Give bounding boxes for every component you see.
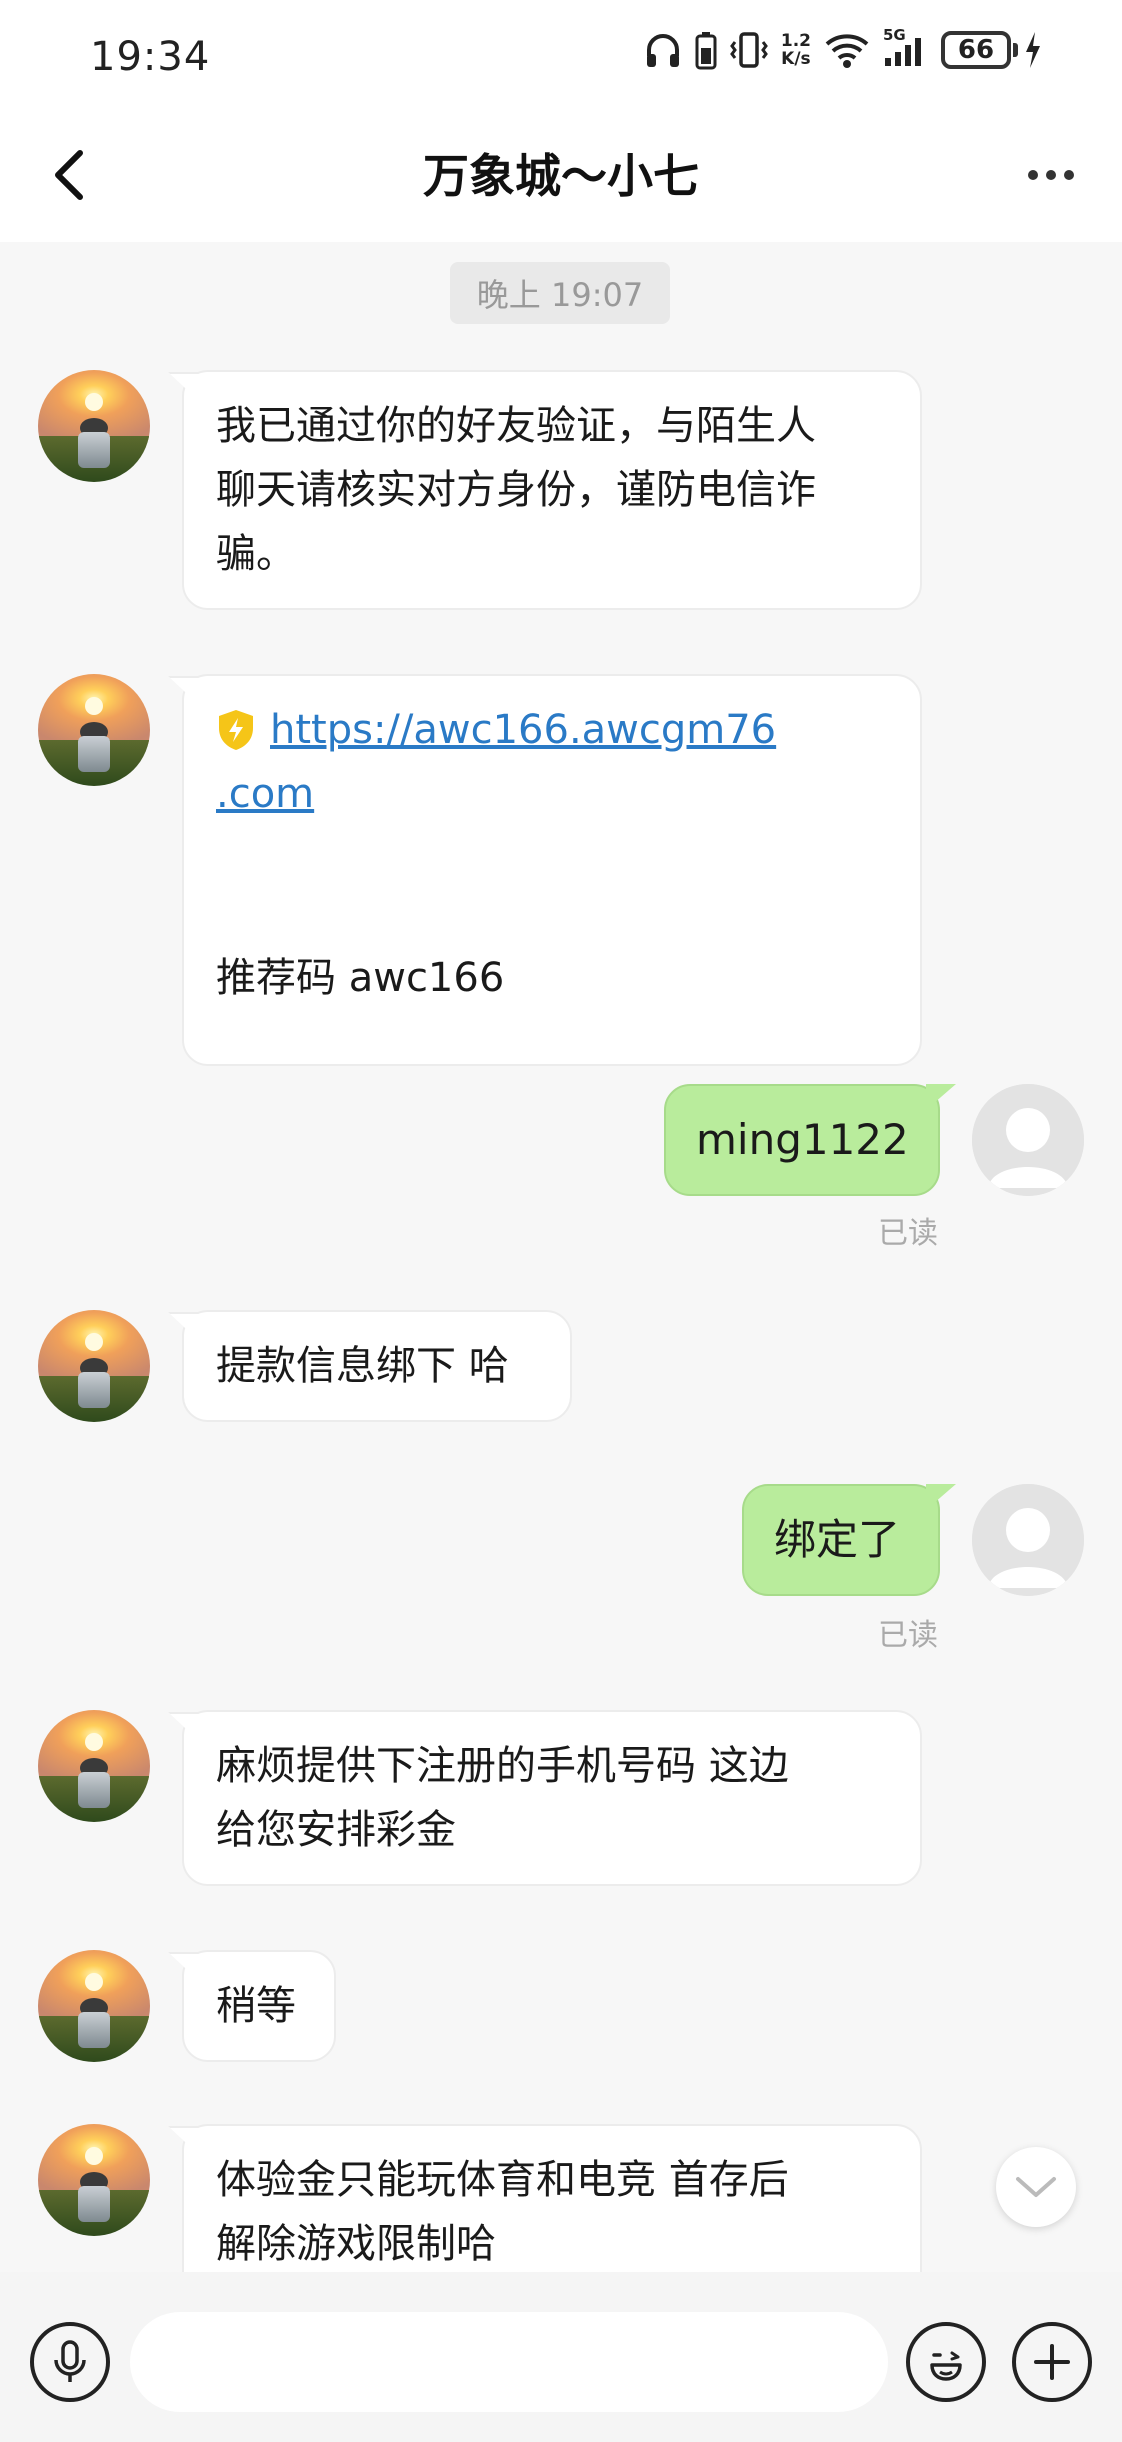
chevron-down-icon [1016, 2177, 1056, 2197]
message-bubble-incoming[interactable]: 体验金只能玩体育和电竞 首存后 解除游戏限制哈 [182, 2124, 922, 2272]
avatar[interactable] [38, 674, 150, 786]
more-button[interactable] [1016, 150, 1086, 200]
message-bubble-incoming[interactable]: 提款信息绑下 哈 [182, 1310, 572, 1422]
status-icons: 1.2 K/s 5G 66 [643, 26, 1044, 70]
page-title: 万象城～小七 [423, 149, 699, 203]
scroll-to-bottom-button[interactable] [996, 2147, 1076, 2227]
avatar[interactable] [38, 1710, 150, 1822]
message-bubble-incoming[interactable]: 稍等 [182, 1950, 336, 2062]
network-speed: 1.2 K/s [780, 31, 811, 69]
charging-icon [1026, 32, 1040, 68]
link-url-continued[interactable]: .com [216, 762, 888, 826]
link-url[interactable]: https://awc166.awcgm76 [270, 698, 776, 762]
read-receipt: 已读 [878, 1216, 938, 1251]
chat-header: 万象城～小七 [0, 110, 1122, 242]
chat-area[interactable]: 晚上 19:07 我已通过你的好友验证，与陌生人 聊天请核实对方身份，谨防电信诈… [0, 242, 1122, 2272]
vibrate-icon [730, 32, 768, 68]
signal-group: 5G [883, 26, 929, 68]
more-actions-button[interactable] [1012, 2322, 1092, 2402]
status-bar: 19:34 1.2 K/s 5G 66 [0, 0, 1122, 110]
message-input[interactable] [130, 2312, 888, 2412]
input-bar [0, 2272, 1122, 2442]
battery-indicator: 66 [941, 30, 1044, 70]
avatar-self[interactable] [972, 1084, 1084, 1196]
voice-button[interactable] [30, 2322, 110, 2402]
microphone-icon [54, 2340, 86, 2382]
emoji-button[interactable] [906, 2322, 986, 2402]
message-bubble-incoming[interactable]: 我已通过你的好友验证，与陌生人 聊天请核实对方身份，谨防电信诈 骗。 [182, 370, 922, 610]
message-bubble-outgoing[interactable]: ming1122 [664, 1084, 940, 1196]
avatar[interactable] [38, 1950, 150, 2062]
sim-battery-icon [695, 32, 717, 70]
message-bubble-incoming[interactable]: 麻烦提供下注册的手机号码 这边 给您安排彩金 [182, 1710, 922, 1886]
referral-code-text: 推荐码 awc166 [216, 955, 505, 1001]
message-bubble-outgoing[interactable]: 绑定了 [742, 1484, 940, 1596]
avatar[interactable] [38, 370, 150, 482]
read-receipt: 已读 [878, 1618, 938, 1653]
link-row[interactable]: https://awc166.awcgm76 [216, 698, 888, 762]
avatar[interactable] [38, 1310, 150, 1422]
plus-icon [1034, 2344, 1070, 2380]
avatar-self[interactable] [972, 1484, 1084, 1596]
shield-icon [219, 710, 253, 750]
emoji-icon [930, 2351, 962, 2381]
clock: 19:34 [90, 34, 211, 80]
more-horizontal-icon [1028, 170, 1038, 180]
timestamp-chip: 晚上 19:07 [450, 262, 670, 324]
wifi-icon [825, 34, 869, 68]
headphones-icon [646, 34, 679, 67]
message-bubble-incoming[interactable]: https://awc166.awcgm76 .com 推荐码 awc166 [182, 674, 922, 1066]
avatar[interactable] [38, 2124, 150, 2236]
